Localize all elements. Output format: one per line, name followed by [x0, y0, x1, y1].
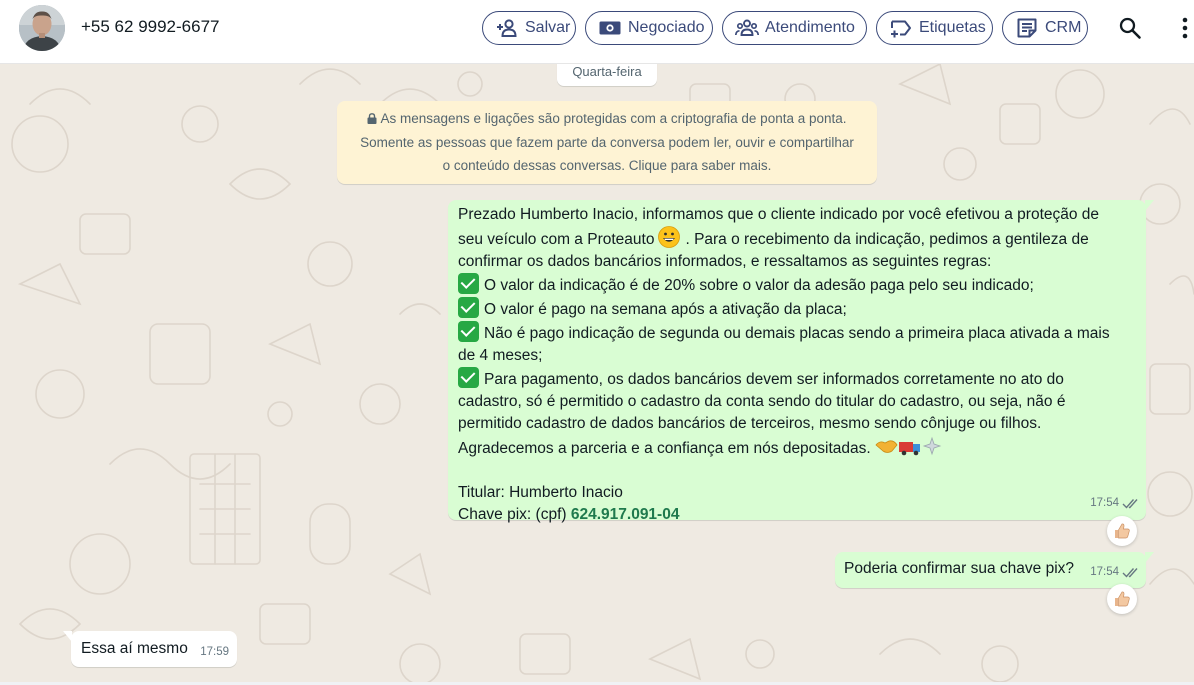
- people-icon: [735, 19, 759, 36]
- encryption-notice[interactable]: As mensagens e ligações são protegidas c…: [337, 101, 877, 184]
- check-mark-icon: [458, 367, 479, 388]
- rule-text: O valor é pago na semana após a ativação…: [484, 301, 847, 318]
- message-meta: 17:54: [1090, 492, 1140, 514]
- message-meta: 17:59: [200, 641, 229, 663]
- thanks-line: Agradecemos a parceria e a confiança em …: [458, 435, 1142, 460]
- message-text: Prezado Humberto Inacio, informamos que …: [458, 204, 1142, 526]
- money-icon: [599, 21, 621, 35]
- double-check-icon: [1122, 498, 1138, 509]
- double-check-icon: [1122, 567, 1138, 578]
- encryption-line-1: As mensagens e ligações são protegidas c…: [380, 111, 847, 126]
- attendance-button[interactable]: Atendimento: [722, 11, 867, 45]
- encryption-line-3: o conteúdo dessas conversas. Clique para…: [442, 158, 772, 173]
- message-bubble-outgoing[interactable]: Prezado Humberto Inacio, informamos que …: [448, 200, 1154, 523]
- rule-text: permitido cadastro de dados bancários de…: [458, 415, 1042, 432]
- rule-item: Para pagamento, os dados bancários devem…: [458, 367, 1142, 391]
- thumbs-up-icon: [1115, 591, 1130, 607]
- labels-button-label: Etiquetas: [919, 19, 986, 36]
- check-mark-icon: [458, 297, 479, 318]
- labels-button[interactable]: Etiquetas: [876, 11, 993, 45]
- message-bubble-outgoing[interactable]: Poderia confirmar sua chave pix? 17:54: [835, 552, 1154, 588]
- reaction-thumbs-up[interactable]: [1107, 584, 1137, 614]
- lock-icon: [367, 113, 377, 124]
- message-text: Essa aí mesmo: [81, 640, 188, 657]
- negotiated-button-label: Negociado: [628, 19, 705, 36]
- encryption-line-2: Somente as pessoas que fazem parte da co…: [360, 134, 854, 150]
- rule-text: Não é pago indicação de segunda ou demai…: [484, 325, 1110, 342]
- save-button[interactable]: Salvar: [482, 11, 576, 45]
- check-mark-icon: [458, 321, 479, 342]
- thanks-text: Agradecemos a parceria e a confiança em …: [458, 440, 871, 457]
- message-line: Prezado Humberto Inacio, informamos que …: [458, 206, 1100, 223]
- date-separator: Quarta-feira: [557, 64, 657, 86]
- reaction-thumbs-up[interactable]: [1107, 516, 1137, 546]
- pix-label: Chave pix: (cpf): [458, 506, 571, 523]
- chat-area[interactable]: Quarta-feira As mensagens e ligações são…: [0, 64, 1194, 685]
- message-time: 17:59: [200, 646, 229, 658]
- grinning-face-icon: [658, 226, 681, 248]
- rule-text: cadastro, só é permitido o cadastro da c…: [458, 393, 1066, 410]
- search-button[interactable]: [1116, 14, 1144, 42]
- crm-button[interactable]: CRM: [1002, 11, 1088, 45]
- rule-item: O valor é pago na semana após a ativação…: [458, 297, 1142, 321]
- save-button-label: Salvar: [525, 19, 571, 36]
- avatar[interactable]: [19, 5, 65, 51]
- bubble-tail: [1145, 200, 1154, 211]
- rule-text: Para pagamento, os dados bancários devem…: [484, 371, 1064, 388]
- bubble-tail: [1145, 552, 1154, 563]
- check-mark-icon: [458, 273, 479, 294]
- bubble-tail: [63, 631, 72, 642]
- rule-item: O valor da indicação é de 20% sobre o va…: [458, 273, 1142, 297]
- message-meta: 17:54: [1090, 561, 1140, 583]
- attendance-button-label: Atendimento: [765, 19, 855, 36]
- rule-text: O valor da indicação é de 20% sobre o va…: [484, 277, 1034, 294]
- message-line: confirmar os dados bancários informados,…: [458, 253, 992, 270]
- chat-header: +55 62 9992-6677 Salvar Negociado Atendi…: [0, 0, 1194, 64]
- thumbs-up-icon: [1115, 523, 1130, 539]
- message-text: Poderia confirmar sua chave pix?: [844, 560, 1075, 577]
- rule-text: de 4 meses;: [458, 347, 543, 364]
- contact-name[interactable]: +55 62 9992-6677: [81, 17, 220, 37]
- message-time: 17:54: [1090, 497, 1119, 509]
- message-line-part: seu veículo com a Proteauto: [458, 231, 655, 248]
- more-vertical-icon: [1182, 17, 1188, 39]
- message-line: seu veículo com a Proteauto . Para o rece…: [458, 226, 1142, 251]
- label-icon: [891, 20, 911, 38]
- handshake-truck-sparkle-icon: [875, 436, 942, 456]
- search-icon: [1119, 17, 1141, 39]
- notes-icon: [1017, 18, 1037, 38]
- negotiated-button[interactable]: Negociado: [585, 11, 713, 45]
- message-time: 17:54: [1090, 566, 1119, 578]
- add-person-icon: [497, 19, 517, 37]
- pix-line: Chave pix: (cpf) 624.917.091-04: [458, 504, 1142, 526]
- rule-item: Não é pago indicação de segunda ou demai…: [458, 321, 1142, 345]
- message-bubble-incoming[interactable]: Essa aí mesmo 17:59: [63, 631, 237, 667]
- holder-line: Titular: Humberto Inacio: [458, 484, 623, 501]
- pix-key[interactable]: 624.917.091-04: [571, 506, 680, 523]
- crm-button-label: CRM: [1045, 19, 1082, 36]
- message-line-part: . Para o recebimento da indicação, pedim…: [685, 231, 1089, 248]
- menu-button[interactable]: [1172, 14, 1194, 42]
